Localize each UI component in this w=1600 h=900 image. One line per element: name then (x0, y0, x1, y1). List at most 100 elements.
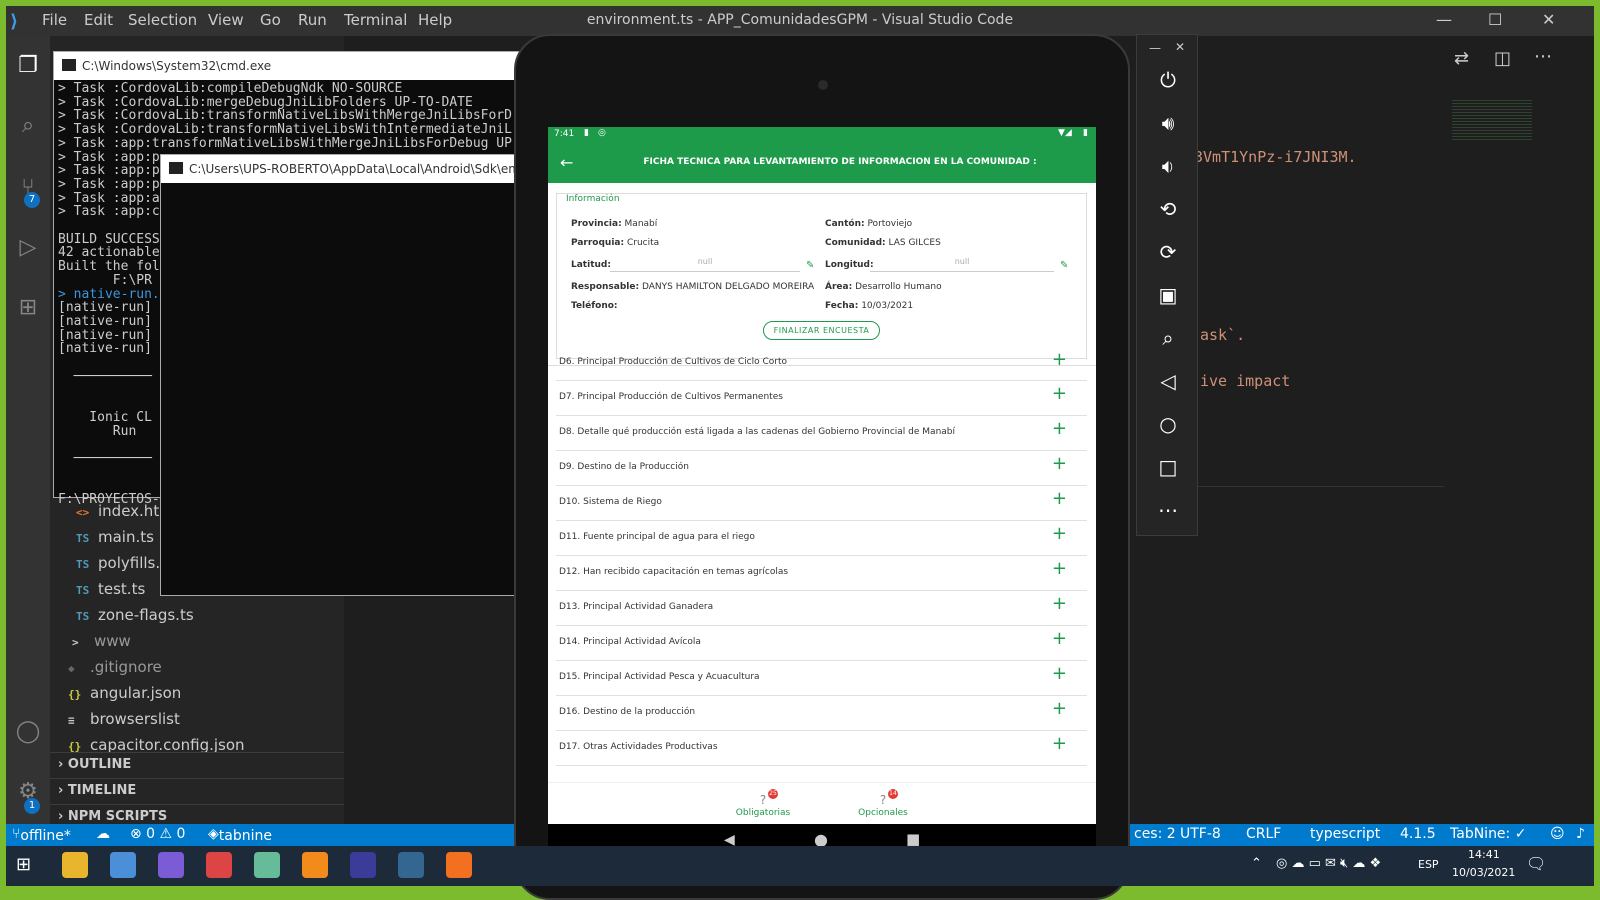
split-editor-icon[interactable]: ◫ (1494, 48, 1511, 69)
tex-icon[interactable] (350, 852, 376, 878)
tree-item-angular-json[interactable]: {} angular.json (68, 684, 181, 710)
emulator-console-title-bar[interactable]: C:\Users\UPS-ROBERTO\AppData\Local\Andro… (161, 155, 519, 183)
power-icon[interactable]: ⏻ (1153, 65, 1183, 95)
expand-plus-icon[interactable]: + (1052, 560, 1067, 578)
file-explorer-icon[interactable] (62, 852, 88, 878)
tree-item-gitignore[interactable]: ◆ .gitignore (68, 658, 162, 684)
encoding-status[interactable]: UTF-8 (1180, 826, 1221, 842)
explorer-icon[interactable]: ❐ (14, 52, 42, 80)
question-item[interactable]: D13. Principal Actividad Ganadera + (556, 590, 1087, 626)
postgres-icon[interactable] (398, 852, 424, 878)
question-item[interactable]: D17. Otras Actividades Productivas + (556, 730, 1087, 766)
volume-up-icon[interactable]: 🔊︎ (1153, 108, 1183, 138)
sync-icon[interactable]: ☁ (96, 826, 110, 842)
rotate-right-icon[interactable]: ⟳ (1153, 237, 1183, 267)
clock-time[interactable]: 14:41 (1468, 848, 1500, 861)
question-item[interactable]: D12. Han recibido capacitación en temas … (556, 555, 1087, 591)
question-item[interactable]: D14. Principal Actividad Avícola + (556, 625, 1087, 661)
edit-icon[interactable]: ✎ (806, 260, 814, 271)
menu-view[interactable]: View (208, 11, 244, 29)
compare-icon[interactable]: ⇄ (1454, 48, 1469, 69)
question-item[interactable]: D8. Detalle qué producción está ligada a… (556, 415, 1087, 451)
menu-terminal[interactable]: Terminal (344, 11, 407, 29)
clock-date[interactable]: 10/03/2021 (1452, 866, 1515, 879)
eol-status[interactable]: CRLF (1246, 826, 1281, 842)
search-icon[interactable]: ⌕ (14, 112, 42, 140)
paint-icon[interactable] (206, 852, 232, 878)
menu-go[interactable]: Go (260, 11, 281, 29)
menu-run[interactable]: Run (298, 11, 327, 29)
indent-status[interactable]: ces: 2 (1134, 826, 1176, 842)
menu-selection[interactable]: Selection (128, 11, 197, 29)
question-item[interactable]: D7. Principal Producción de Cultivos Per… (556, 380, 1087, 416)
tree-item-zone-flags-ts[interactable]: TS zone-flags.ts (76, 606, 194, 632)
timeline-panel-header[interactable]: › TIMELINE (50, 778, 344, 804)
action-center-icon[interactable]: 🗨︎ (1526, 854, 1546, 873)
latitud-input[interactable]: null (610, 257, 800, 272)
expand-plus-icon[interactable]: + (1052, 630, 1067, 648)
extensions-icon[interactable]: ⊞ (14, 294, 42, 322)
tree-item-test-ts[interactable]: TS test.ts (76, 580, 145, 606)
feedback-icon[interactable]: ☺ (1550, 826, 1565, 842)
edit-icon[interactable]: ✎ (1060, 260, 1068, 271)
question-item[interactable]: D6. Principal Producción de Cultivos de … (556, 351, 1087, 381)
tab-opcionales[interactable]: ? 14 Opcionales (848, 789, 918, 818)
maximize-icon[interactable]: ☐ (1488, 10, 1502, 29)
windows-start-icon[interactable]: ⊞ (16, 854, 31, 875)
minimap[interactable] (1452, 100, 1532, 140)
run-debug-icon[interactable]: ▷ (14, 234, 42, 262)
back-arrow-icon[interactable]: ← (560, 153, 573, 172)
git-kraken-icon[interactable] (254, 852, 280, 878)
emulator-console-window[interactable]: C:\Users\UPS-ROBERTO\AppData\Local\Andro… (160, 154, 520, 596)
expand-plus-icon[interactable]: + (1052, 420, 1067, 438)
xampp-icon[interactable] (446, 852, 472, 878)
question-item[interactable]: D9. Destino de la Producción + (556, 450, 1087, 486)
visual-studio-icon[interactable] (158, 852, 184, 878)
camera-icon[interactable]: ▣ (1153, 280, 1183, 310)
expand-plus-icon[interactable]: + (1052, 385, 1067, 403)
tab-obligatorias[interactable]: ? 25 Obligatorias (728, 789, 798, 818)
input-language[interactable]: ESP (1418, 858, 1439, 871)
tray-chevron-icon[interactable]: ⌃ (1251, 856, 1262, 871)
tabnine-status[interactable]: ◈ tabnine (208, 826, 272, 844)
menu-help[interactable]: Help (418, 11, 452, 29)
outline-panel-header[interactable]: › OUTLINE (50, 752, 344, 778)
more-icon[interactable]: ⋯ (1153, 495, 1183, 525)
zoom-icon[interactable]: ⌕ (1153, 323, 1183, 353)
account-icon[interactable]: ◯ (14, 718, 42, 746)
overview-icon[interactable]: □ (1153, 452, 1183, 482)
cmd-title-bar[interactable]: C:\Windows\System32\cmd.exe (54, 52, 519, 80)
tree-item-capacitor-config[interactable]: {} capacitor.config.json (68, 736, 245, 752)
calculator-icon[interactable] (110, 852, 136, 878)
device-screen[interactable]: 7:41 ▮ ◎ ▼◢ ▮ ← FICHA TECNICA PARA LEVAN… (548, 127, 1096, 824)
tray-icons[interactable]: ◎ ☁ ▭ ✉ 🔇︎ ☁ ❖ (1276, 856, 1381, 871)
expand-plus-icon[interactable]: + (1052, 735, 1067, 753)
rotate-left-icon[interactable]: ⟲ (1153, 194, 1183, 224)
branch-status[interactable]: ⑂ offline* (12, 826, 71, 844)
notifications-icon[interactable]: ♪ (1576, 826, 1585, 842)
emulator-close-icon[interactable]: ✕ (1175, 40, 1185, 54)
expand-plus-icon[interactable]: + (1052, 595, 1067, 613)
expand-plus-icon[interactable]: + (1052, 490, 1067, 508)
question-item[interactable]: D15. Principal Actividad Pesca y Acuacul… (556, 660, 1087, 696)
problems-status[interactable]: ⊗ 0 ⚠ 0 (130, 826, 185, 842)
home-icon[interactable]: ○ (1153, 409, 1183, 439)
question-item[interactable]: D16. Destino de la producción + (556, 695, 1087, 731)
tree-item-www[interactable]: > www (72, 632, 131, 658)
minimize-icon[interactable]: — (1436, 10, 1452, 29)
menu-file[interactable]: File (42, 11, 67, 29)
question-item[interactable]: D11. Fuente principal de agua para el ri… (556, 520, 1087, 556)
close-icon[interactable]: ✕ (1542, 10, 1555, 29)
tree-item-main-ts[interactable]: TS main.ts (76, 528, 154, 554)
expand-plus-icon[interactable]: + (1052, 525, 1067, 543)
ts-version-status[interactable]: 4.1.5 (1400, 826, 1436, 842)
question-item[interactable]: D10. Sistema de Riego + (556, 485, 1087, 521)
tree-item-browserslist[interactable]: ≡ browserslist (68, 710, 180, 736)
emulator-minimize-icon[interactable]: — (1149, 41, 1161, 55)
expand-plus-icon[interactable]: + (1052, 700, 1067, 718)
sublime-icon[interactable] (302, 852, 328, 878)
finalizar-encuesta-button[interactable]: FINALIZAR ENCUESTA (763, 321, 880, 340)
more-actions-icon[interactable]: ⋯ (1534, 46, 1552, 67)
language-status[interactable]: typescript (1310, 826, 1380, 842)
tabnine-version-status[interactable]: TabNine: ✓ (1450, 826, 1526, 842)
